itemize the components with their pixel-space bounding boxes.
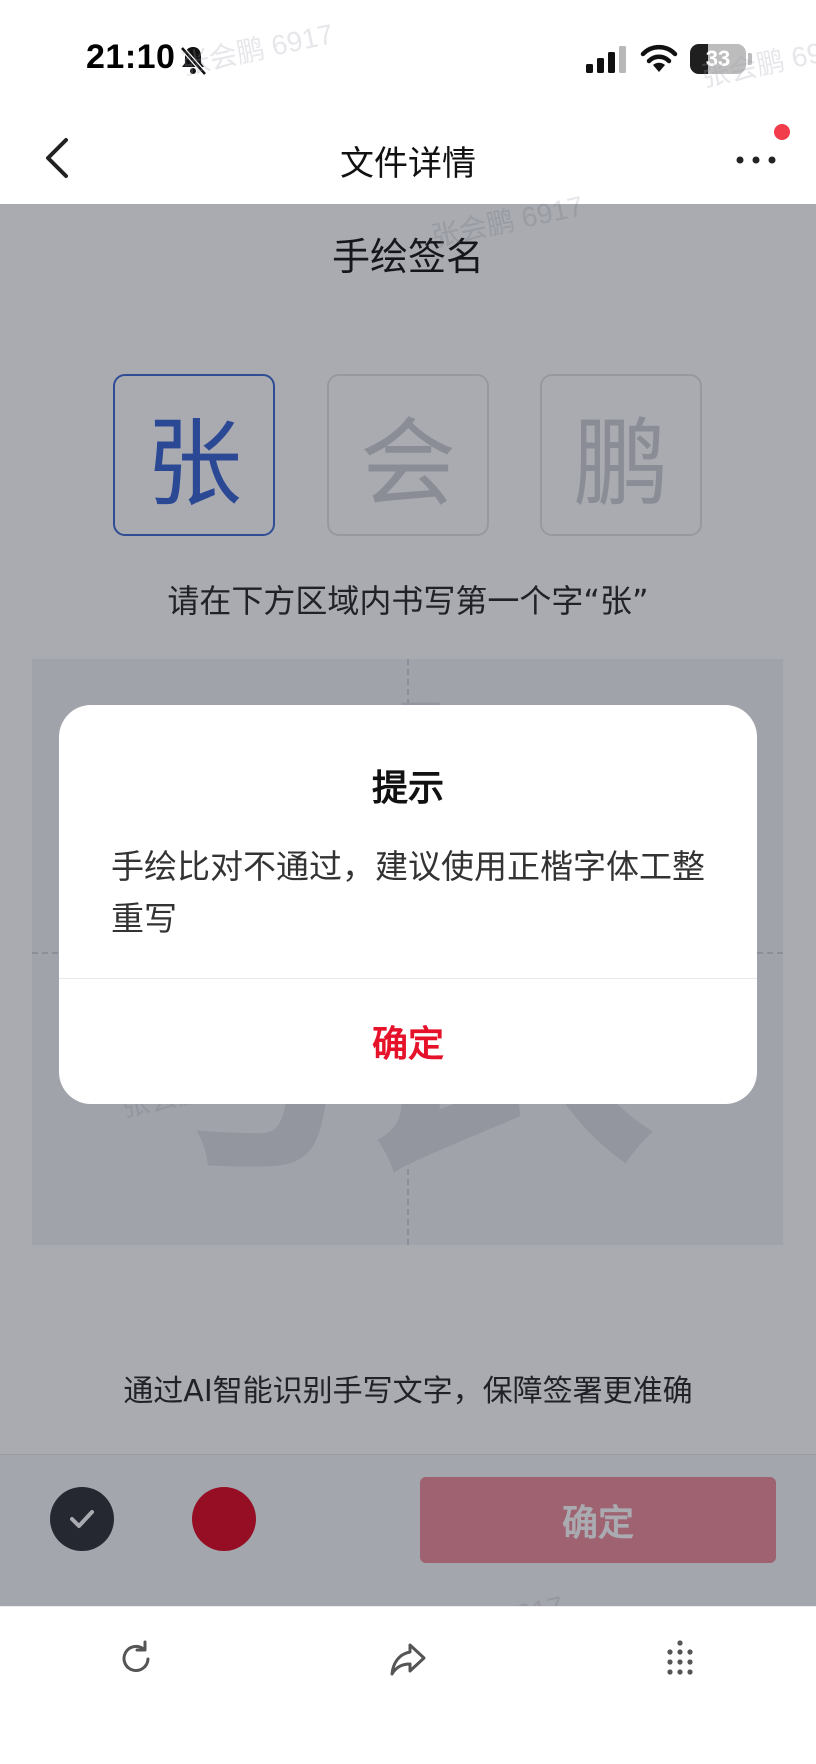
battery-nub <box>748 53 752 65</box>
grid-dots-icon[interactable] <box>658 1637 702 1681</box>
status-time: 21:10 <box>86 38 176 76</box>
page-title: 文件详情 <box>340 144 476 184</box>
wifi-icon <box>640 44 678 72</box>
dialog-message: 手绘比对不通过，建议使用正楷字体工整重写 <box>111 847 705 938</box>
status-bar: 21:10 33 <box>0 0 816 110</box>
share-icon[interactable] <box>386 1637 430 1681</box>
bottom-bar <box>0 1606 816 1764</box>
notification-dot <box>774 124 790 140</box>
dialog-confirm-button[interactable]: 确定 <box>59 978 757 1104</box>
refresh-icon[interactable] <box>114 1637 158 1681</box>
cellular-signal-icon <box>586 46 626 73</box>
alert-dialog: 提示 手绘比对不通过，建议使用正楷字体工整重写 确定 <box>59 705 757 1104</box>
dialog-title: 提示 <box>371 768 444 809</box>
battery-icon: 33 <box>690 44 746 74</box>
nav-bar: 文件详情 <box>0 110 816 204</box>
battery-level: 33 <box>705 46 731 71</box>
bell-muted-icon <box>180 46 207 76</box>
more-dots-icon[interactable] <box>730 140 786 176</box>
